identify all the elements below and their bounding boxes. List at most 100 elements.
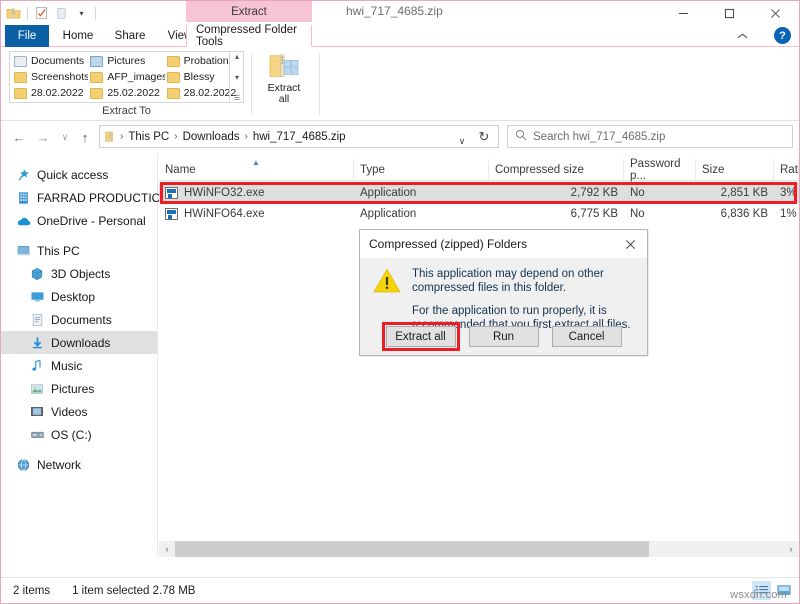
extract-all-icon xyxy=(268,51,300,81)
cell-compressed-size: 2,792 KB xyxy=(489,183,624,203)
tab-file[interactable]: File xyxy=(5,25,49,47)
search-input[interactable]: Search hwi_717_4685.zip xyxy=(507,125,793,148)
nav-gap xyxy=(1,232,157,239)
sidebar-item-3d-objects[interactable]: 3D Objects xyxy=(1,262,157,285)
column-header-size[interactable]: Size xyxy=(696,159,774,180)
sidebar-item-downloads[interactable]: Downloads xyxy=(1,331,157,354)
gallery-expand-icon[interactable]: ☰ xyxy=(234,94,240,102)
tab-compressed-folder-tools[interactable]: Compressed Folder Tools xyxy=(186,25,312,47)
folder-icon xyxy=(167,72,180,83)
gallery-item-screenshots[interactable]: Screenshots xyxy=(12,69,88,85)
gallery-item-date-2[interactable]: 25.02.2022 xyxy=(88,85,164,101)
sidebar-item-farrad-production[interactable]: FARRAD PRODUCTION xyxy=(1,186,157,209)
refresh-button[interactable]: ↻ xyxy=(471,125,497,148)
extract-all-button-highlight: Extract all xyxy=(386,326,456,347)
sidebar-item-documents[interactable]: Documents xyxy=(1,308,157,331)
column-label: Rat xyxy=(780,164,798,176)
properties-icon[interactable] xyxy=(33,5,50,22)
status-item-count: 2 items xyxy=(1,585,50,597)
sidebar-item-videos[interactable]: Videos xyxy=(1,400,157,423)
gallery-item-label: Blessy xyxy=(184,71,215,83)
extract-to-gallery[interactable]: Documents Pictures Probation Screenshots… xyxy=(9,51,244,103)
chevron-up-icon[interactable] xyxy=(733,27,751,45)
column-header-ratio[interactable]: Rat xyxy=(774,159,799,180)
scroll-right-icon[interactable]: › xyxy=(783,541,799,557)
pin-icon xyxy=(15,167,31,183)
cell-password: No xyxy=(624,204,696,224)
title-bar: ▾ Extract hwi_717_4685.zip xyxy=(1,1,799,25)
sidebar-item-quick-access[interactable]: Quick access xyxy=(1,163,157,186)
gallery-item-documents[interactable]: Documents xyxy=(12,53,88,69)
minimize-button[interactable] xyxy=(660,1,706,25)
column-header-name[interactable]: ▲ Name xyxy=(159,159,354,180)
gallery-item-afp-images[interactable]: AFP_images xyxy=(88,69,164,85)
extract-to-group-label: Extract To xyxy=(9,105,244,117)
scroll-left-icon[interactable]: ‹ xyxy=(159,541,175,557)
breadcrumb-downloads[interactable]: Downloads xyxy=(181,131,242,143)
tab-share[interactable]: Share xyxy=(105,25,155,47)
status-selection-info: 1 item selected 2.78 MB xyxy=(50,585,195,597)
gallery-scrollbar[interactable]: ▴ ▾ ☰ xyxy=(229,51,244,103)
customize-qat-dropdown[interactable]: ▾ xyxy=(73,5,90,22)
cell-type: Application xyxy=(354,183,489,203)
forward-button[interactable]: → xyxy=(33,128,53,146)
chevron-down-icon[interactable]: ∨ xyxy=(452,130,472,153)
extract-all-button[interactable]: Extract all xyxy=(386,326,456,347)
quick-access-toolbar: ▾ xyxy=(5,3,98,23)
table-row[interactable]: HWiNFO32.exe Application 2,792 KB No 2,8… xyxy=(159,183,799,203)
extract-all-ribbon-button[interactable]: Extract all xyxy=(259,51,309,115)
gallery-scroll-down-icon[interactable]: ▾ xyxy=(235,73,239,82)
column-header-password[interactable]: Password p... xyxy=(624,159,696,180)
breadcrumb-this-pc[interactable]: This PC xyxy=(126,131,171,143)
sidebar-item-music[interactable]: Music xyxy=(1,354,157,377)
gallery-scroll-up-icon[interactable]: ▴ xyxy=(235,52,239,61)
run-button[interactable]: Run xyxy=(469,326,539,347)
help-icon[interactable]: ? xyxy=(774,27,791,44)
sidebar-item-onedrive[interactable]: OneDrive - Personal xyxy=(1,209,157,232)
column-header-compressed-size[interactable]: Compressed size xyxy=(489,159,624,180)
tab-home[interactable]: Home xyxy=(53,25,103,47)
maximize-button[interactable] xyxy=(706,1,752,25)
sidebar-item-label: Desktop xyxy=(51,290,95,304)
documents-folder-icon xyxy=(14,56,27,67)
sidebar-item-this-pc[interactable]: This PC xyxy=(1,239,157,262)
recent-locations-button[interactable]: ∨ xyxy=(55,128,75,146)
zip-folder-icon[interactable] xyxy=(5,5,22,22)
breadcrumb-separator: › xyxy=(174,131,177,142)
gallery-item-date-1[interactable]: 28.02.2022 xyxy=(12,85,88,101)
back-button[interactable]: ← xyxy=(9,128,29,146)
sidebar-item-pictures[interactable]: Pictures xyxy=(1,377,157,400)
horizontal-scrollbar[interactable]: ‹ › xyxy=(159,541,799,557)
table-row[interactable]: HWiNFO64.exe Application 6,775 KB No 6,8… xyxy=(159,204,799,224)
folder-icon xyxy=(14,88,27,99)
desktop-icon xyxy=(29,289,45,305)
onedrive-cloud-icon xyxy=(15,213,31,229)
gallery-item-label: 25.02.2022 xyxy=(107,87,160,99)
ribbon-body: Documents Pictures Probation Screenshots… xyxy=(1,47,799,121)
pictures-folder-icon xyxy=(90,56,103,67)
file-name-label: HWiNFO64.exe xyxy=(184,208,265,220)
dialog-close-icon[interactable] xyxy=(613,230,647,258)
up-button[interactable]: ↑ xyxy=(75,128,95,146)
sidebar-item-label: OS (C:) xyxy=(51,428,92,442)
qat-separator-1 xyxy=(27,7,28,20)
gallery-item-pictures[interactable]: Pictures xyxy=(88,53,164,69)
dialog-button-row: Extract all Run Cancel xyxy=(360,326,647,347)
breadcrumb-zip[interactable]: hwi_717_4685.zip xyxy=(251,131,348,143)
sidebar-item-desktop[interactable]: Desktop xyxy=(1,285,157,308)
cell-ratio: 1% xyxy=(774,204,799,224)
cell-name: HWiNFO64.exe xyxy=(159,204,354,224)
sidebar-item-os-c[interactable]: OS (C:) xyxy=(1,423,157,446)
sidebar-item-network[interactable]: Network xyxy=(1,453,157,476)
cancel-button[interactable]: Cancel xyxy=(552,326,622,347)
new-folder-icon[interactable] xyxy=(53,5,70,22)
close-button[interactable] xyxy=(752,1,798,25)
window-title: hwi_717_4685.zip xyxy=(346,4,443,18)
dialog-paragraph-1: This application may depend on other com… xyxy=(412,267,635,295)
breadcrumb[interactable]: › This PC › Downloads › hwi_717_4685.zip… xyxy=(99,125,499,148)
column-header-type[interactable]: Type xyxy=(354,159,489,180)
scrollbar-thumb[interactable] xyxy=(175,541,649,557)
scrollbar-track[interactable] xyxy=(175,541,783,557)
cell-password: No xyxy=(624,183,696,203)
cell-compressed-size: 6,775 KB xyxy=(489,204,624,224)
